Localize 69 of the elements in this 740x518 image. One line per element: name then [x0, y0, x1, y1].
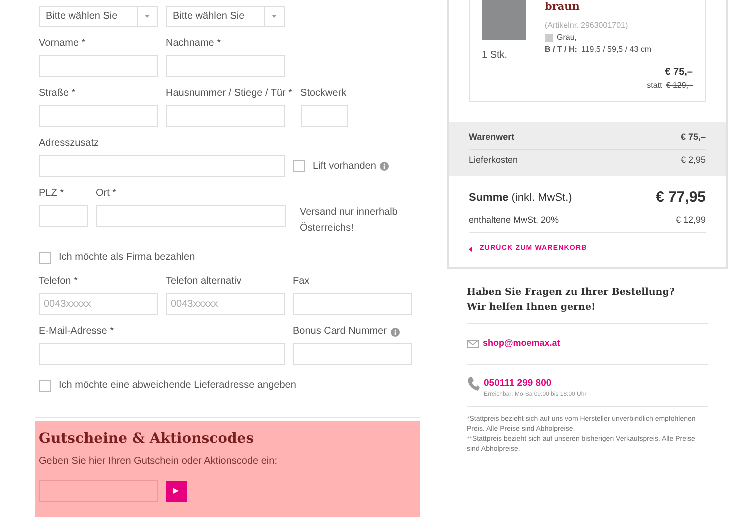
summary-label: Warenwert [469, 130, 515, 144]
vat-value: € 12,99 [676, 214, 706, 228]
total-label: Summe (inkl. MwSt.) [469, 190, 572, 206]
field-label: Adresszusatz [39, 137, 100, 151]
input-field[interactable] [39, 205, 88, 227]
article-number: (Artikelnr. 2963001701) [545, 20, 630, 32]
input-field[interactable] [39, 343, 285, 365]
input-field[interactable] [39, 105, 158, 127]
field-label: Straße * [39, 87, 76, 101]
input-field[interactable] [166, 55, 285, 77]
input-field[interactable] [39, 155, 285, 177]
field-label: Vorname * [39, 37, 86, 51]
caret-icon [272, 15, 277, 18]
help-title: Haben Sie Fragen zu Ihrer Bestellung? [467, 286, 676, 300]
checkbox-label: Ich möchte als Firma bezahlen [59, 251, 196, 265]
phone-icon [467, 377, 480, 391]
vat-label: enthaltene MwSt. 20% [469, 214, 560, 228]
summary-label: Lieferkosten [469, 154, 518, 168]
input-field[interactable]: 0043xxxxx [39, 293, 158, 315]
field-label: Bonus Card Nummer [293, 325, 387, 339]
total-value: € 77,95 [656, 188, 706, 208]
field-label: Ort * [96, 187, 117, 201]
input-field[interactable] [96, 205, 286, 227]
select-dropdown[interactable]: Bitte wählen Sie [166, 6, 285, 27]
caret-icon [145, 15, 150, 18]
color-text: Grau, [557, 32, 578, 44]
input-field[interactable] [166, 105, 285, 127]
field-label: Hausnummer / Stiege / Tür * [166, 87, 293, 101]
summary-value: € 75,– [680, 130, 706, 144]
photo-placeholder [482, 0, 526, 40]
help-subtitle: Wir helfen Ihnen gerne! [467, 301, 597, 315]
field-label: Telefon alternativ [166, 275, 242, 289]
email-link[interactable]: shop@moemax.at [483, 337, 560, 351]
voucher-text: Geben Sie hier Ihren Gutschein oder Aktionscode ein: [39, 455, 278, 469]
price: € 75,– [664, 66, 693, 80]
phone-number[interactable]: 050111 299 800 [484, 377, 587, 392]
field-label: Stockwerk [300, 87, 347, 101]
checkbox[interactable] [293, 160, 305, 172]
voucher-title: Gutscheine & Aktionscodes [39, 430, 256, 449]
dimensions-text: 119,5 / 59,5 / 43 cm [581, 44, 652, 56]
input-field[interactable] [293, 293, 412, 315]
old-price: € 129,– [666, 80, 693, 92]
field-label: Fax [293, 275, 310, 289]
summary-value: € 2,95 [680, 154, 706, 168]
quantity: 1 Stk. [482, 49, 509, 63]
shipping-note: Versand nur innerhalb Österreichs! [300, 206, 399, 236]
input-field[interactable] [39, 55, 158, 77]
checkbox[interactable] [39, 380, 51, 392]
field-label: Telefon * [39, 275, 78, 289]
old-price-prefix: statt [647, 80, 662, 92]
caret-left-icon [469, 246, 472, 252]
info-icon[interactable] [390, 328, 400, 336]
dimensions-label: B / T / H: [545, 44, 578, 56]
envelope-icon [467, 340, 479, 348]
field-label: PLZ * [39, 187, 64, 201]
field-label: E-Mail-Adresse * [39, 325, 114, 339]
checkbox[interactable] [39, 252, 51, 264]
voucher-field[interactable] [39, 480, 158, 502]
input-field[interactable]: 0043xxxxx [166, 293, 285, 315]
info-icon[interactable] [380, 162, 390, 170]
color-swatch [545, 34, 553, 42]
field-label: Nachname * [166, 37, 222, 51]
submit-button[interactable]: ▸ [166, 480, 187, 502]
product-title: braun [545, 0, 581, 15]
input-field[interactable] [293, 343, 412, 365]
checkbox-label: Ich möchte eine abweichende Lieferadresse angeben [59, 379, 296, 393]
input-field[interactable] [300, 105, 348, 127]
select-dropdown[interactable]: Bitte wählen Sie [39, 6, 158, 27]
checkbox-label: Lift vorhanden [313, 160, 376, 174]
